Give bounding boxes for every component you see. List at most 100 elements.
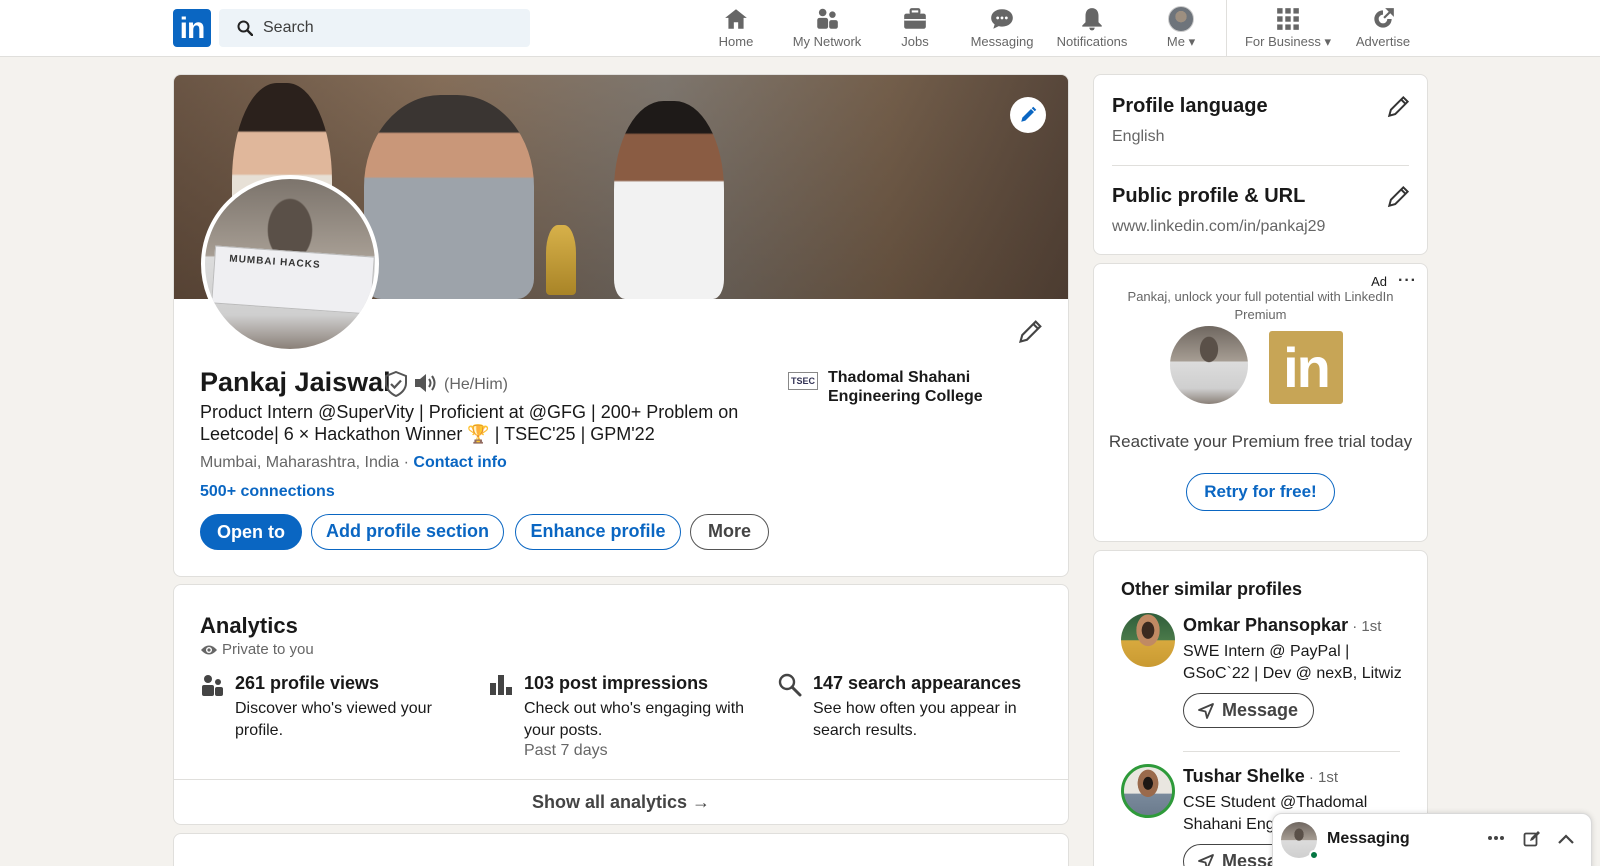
bar-chart-icon [490,675,512,695]
retry-for-free-button[interactable]: Retry for free! [1186,473,1335,511]
next-section-card [173,833,1069,866]
people-icon [202,675,223,696]
more-options-icon[interactable] [1487,835,1505,841]
chevron-down-icon: ▾ [1324,34,1332,49]
top-navigation: in Home My Network Jobs Messaging Notifi… [0,0,1600,57]
advertise-icon [1374,8,1394,28]
profile-language-value: English [1112,128,1165,145]
stat-description: See how often you appear in search resul… [813,700,1017,739]
private-note: Private to you [200,641,314,658]
eye-icon [201,645,217,655]
nav-for-business[interactable]: For Business ▾ [1236,0,1340,56]
divider [1112,165,1409,166]
public-profile-url: www.linkedin.com/in/pankaj29 [1112,218,1326,235]
trophy-image [546,225,576,295]
nav-home-label: Home [718,34,754,49]
send-icon [1198,703,1214,719]
school-name[interactable]: Thadomal Shahani Engineering College [828,368,1018,406]
edit-url-pencil-icon[interactable] [1386,183,1412,209]
profile-name: Pankaj Jaiswal [200,367,391,397]
briefcase-icon [904,8,926,29]
profile-language-title: Profile language [1112,95,1268,117]
verified-shield-icon[interactable] [384,371,408,397]
home-icon [725,9,747,29]
similar-profiles-title: Other similar profiles [1121,579,1303,599]
profile-headline: Product Intern @SuperVity | Proficient a… [200,402,739,444]
ad-text: Pankaj, unlock your full potential with … [1127,289,1394,322]
search-box[interactable] [219,9,530,47]
nav-divider [1226,0,1227,56]
analytics-title: Analytics [200,613,298,638]
pencil-icon [1021,106,1037,122]
nav-advertise-label: Advertise [1355,34,1411,49]
nav-me-label: Me ▾ [1166,34,1196,49]
edit-intro-button[interactable] [1017,317,1053,353]
compose-icon[interactable] [1523,830,1541,848]
send-icon [1198,854,1214,866]
bell-icon [1082,8,1102,31]
ad-user-avatar [1170,326,1248,404]
chevron-up-icon[interactable] [1557,833,1575,845]
contact-info-link[interactable]: Contact info [413,454,506,471]
open-to-button[interactable]: Open to [200,514,302,550]
profile-settings-card: Profile language English Public profile … [1093,74,1428,255]
cheque-image: MUMBAI HACKS [211,245,375,315]
more-button[interactable]: More [690,514,769,550]
nav-for-business-label: For Business ▾ [1244,34,1332,49]
nav-my-network-label: My Network [792,34,862,49]
online-status-dot [1309,850,1319,860]
chat-icon [991,9,1013,29]
nav-home[interactable]: Home [706,0,766,56]
chevron-down-icon: ▾ [1188,34,1196,49]
search-icon [237,20,253,36]
stat-description: Discover who's viewed your profile. [235,700,432,739]
similar-profile-name[interactable]: Omkar Phansopkar · 1st [1183,615,1381,636]
messaging-dock-label: Messaging [1327,830,1410,847]
stat-title: 147 search appearances [813,673,1022,693]
enhance-profile-button[interactable]: Enhance profile [515,514,681,550]
linkedin-logo[interactable]: in [173,9,211,47]
avatar[interactable] [1121,613,1175,667]
stat-period: Past 7 days [524,742,608,759]
nav-me[interactable]: Me ▾ [1150,0,1212,56]
linkedin-premium-logo: in [1269,331,1343,404]
nav-messaging-label: Messaging [970,34,1034,49]
stat-description: Check out who's engaging with your posts… [524,700,745,739]
message-button[interactable]: Message [1183,693,1314,728]
search-input[interactable] [263,9,513,47]
profile-location: Mumbai, Maharashtra, India · Contact inf… [200,454,507,471]
nav-messaging[interactable]: Messaging [963,0,1041,56]
messaging-dock[interactable]: Messaging [1272,813,1592,866]
nav-notifications-label: Notifications [1056,34,1128,49]
similar-profile-headline: SWE Intern @ PayPal | GSoC`22 | Dev @ ne… [1183,643,1402,682]
stat-title: 261 profile views [235,673,380,693]
nav-notifications[interactable]: Notifications [1050,0,1134,56]
premium-ad-card: Ad ··· Pankaj, unlock your full potentia… [1093,263,1428,542]
profile-photo[interactable]: MUMBAI HACKS [201,175,379,353]
show-all-analytics-link[interactable]: Show all analytics → [174,779,1068,824]
me-avatar [1168,6,1194,32]
edit-language-pencil-icon[interactable] [1386,93,1412,119]
nav-my-network[interactable]: My Network [780,0,874,56]
profile-card: MUMBAI HACKS Pankaj Jaiswal (He/Him) Pro… [173,74,1069,577]
search-icon [778,673,802,697]
public-profile-title: Public profile & URL [1112,185,1306,207]
pronouns: (He/Him) [444,376,508,393]
similar-profile-name[interactable]: Tushar Shelke · 1st [1183,766,1338,787]
avatar[interactable] [1121,764,1175,818]
stat-title: 103 post impressions [524,673,709,693]
nav-jobs-label: Jobs [901,34,929,49]
nav-advertise[interactable]: Advertise [1348,0,1418,56]
school-logo[interactable]: TSEC [788,372,818,390]
nav-jobs[interactable]: Jobs [885,0,945,56]
edit-banner-button[interactable] [1010,97,1046,133]
ad-cta-text: Reactivate your Premium free trial today [1108,432,1413,451]
connections-link[interactable]: 500+ connections [200,483,335,501]
analytics-card: Analytics Private to you 261 profile vie… [173,584,1069,825]
speaker-icon[interactable] [413,371,439,395]
add-profile-section-button[interactable]: Add profile section [311,514,504,550]
grid-icon [1277,8,1299,30]
ad-label: Ad [1371,274,1387,289]
pencil-icon [1019,320,1042,343]
network-icon [817,8,838,29]
